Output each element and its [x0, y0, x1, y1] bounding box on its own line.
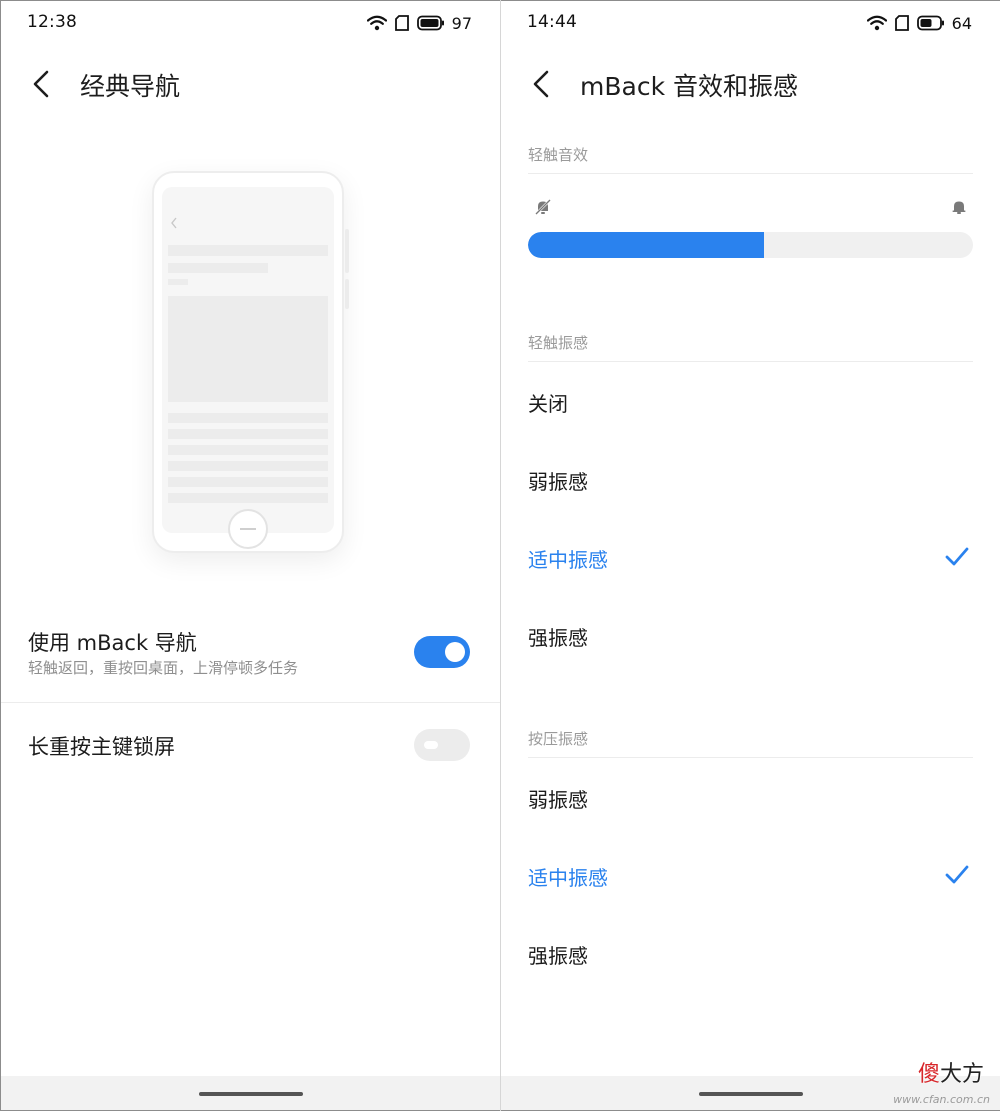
sim-card-icon: [894, 15, 909, 31]
battery-level: 97: [451, 13, 472, 33]
status-icons: 97: [366, 12, 472, 34]
phone-side-button: [345, 229, 349, 273]
watermark-logo: 傻大方: [918, 1056, 984, 1088]
status-time: 14:44: [527, 12, 577, 32]
bell-icon: [952, 201, 966, 214]
placeholder-line: [168, 461, 328, 471]
status-icons: 64: [866, 12, 972, 34]
page-title: mBack 音效和振感: [580, 72, 798, 101]
placeholder-image: [168, 296, 328, 402]
watermark-text: 大方: [939, 1062, 984, 1087]
battery-icon: [916, 15, 944, 31]
touch-vibration-option-off[interactable]: 关闭: [528, 388, 568, 417]
placeholder-line: [168, 477, 328, 487]
back-arrow-icon[interactable]: [27, 69, 57, 99]
mini-back-icon: [171, 217, 177, 229]
gesture-bar[interactable]: [698, 1092, 803, 1096]
mback-toggle[interactable]: [414, 636, 470, 668]
lock-screen-toggle[interactable]: [414, 729, 470, 761]
battery-level: 64: [951, 13, 972, 33]
watermark-url: www.cfan.com.cn: [893, 1093, 990, 1106]
touch-vibration-option-weak[interactable]: 弱振感: [528, 466, 588, 495]
slider-fill: [528, 232, 764, 258]
touch-vibration-option-medium[interactable]: 适中振感: [528, 544, 608, 573]
toggle-knob: [424, 741, 438, 749]
app-bar: mBack 音效和振感: [501, 59, 1000, 109]
wifi-icon: [866, 15, 887, 31]
setting-subtitle: 轻触返回，重按回桌面，上滑停顿多任务: [28, 659, 299, 677]
section-label-touch-vibration: 轻触振感: [528, 334, 589, 352]
mback-home-button: [228, 509, 268, 549]
status-bar: 12:38 97: [1, 1, 500, 45]
section-label-touch-sound: 轻触音效: [528, 146, 589, 164]
press-vibration-option-strong[interactable]: 强振感: [528, 940, 588, 969]
placeholder-line: [168, 493, 328, 503]
phone-illustration: [152, 171, 349, 553]
setting-row-lock-screen[interactable]: 长重按主键锁屏: [1, 723, 500, 773]
battery-icon: [416, 15, 444, 31]
gesture-bar[interactable]: [198, 1092, 303, 1096]
placeholder-line: [168, 413, 328, 423]
back-arrow-icon[interactable]: [527, 69, 557, 99]
watermark-char: 傻: [917, 1062, 940, 1087]
placeholder-bar: [168, 263, 268, 273]
classic-navigation-screen: 12:38 97 经典导航 使用 mBack 导航 轻触返回，重按回桌面，上滑停…: [1, 1, 500, 1110]
phone-screen: [162, 187, 334, 533]
setting-row-mback[interactable]: 使用 mBack 导航 轻触返回，重按回桌面，上滑停顿多任务: [1, 621, 500, 701]
section-divider: [528, 757, 973, 758]
touch-sound-volume-slider[interactable]: [528, 232, 973, 258]
press-vibration-option-medium[interactable]: 适中振感: [528, 862, 608, 891]
sim-card-icon: [394, 15, 409, 31]
section-label-press-vibration: 按压振感: [528, 730, 589, 748]
mback-sound-vibration-screen: 14:44 64 mBack 音效和振感 轻触音效 轻触振感 关闭 弱振感 适中…: [501, 1, 1000, 1110]
placeholder-line: [168, 445, 328, 455]
toggle-knob: [445, 642, 465, 662]
wifi-icon: [366, 15, 387, 31]
page-title: 经典导航: [80, 72, 181, 101]
gesture-bar-area: [1, 1076, 500, 1110]
checkmark-icon: [945, 547, 969, 566]
placeholder-bar: [168, 279, 188, 285]
app-bar: 经典导航: [1, 59, 500, 109]
section-divider: [528, 173, 973, 174]
checkmark-icon: [945, 865, 969, 884]
setting-title: 长重按主键锁屏: [28, 735, 175, 759]
status-time: 12:38: [27, 12, 77, 32]
touch-vibration-option-strong[interactable]: 强振感: [528, 622, 588, 651]
mute-bell-icon: [535, 199, 551, 215]
section-divider: [528, 361, 973, 362]
placeholder-line: [168, 429, 328, 439]
phone-side-button: [345, 279, 349, 309]
press-vibration-option-weak[interactable]: 弱振感: [528, 784, 588, 813]
status-bar: 14:44 64: [501, 1, 1000, 45]
row-divider: [1, 702, 500, 703]
setting-title: 使用 mBack 导航: [28, 631, 197, 655]
placeholder-bar: [168, 245, 328, 256]
